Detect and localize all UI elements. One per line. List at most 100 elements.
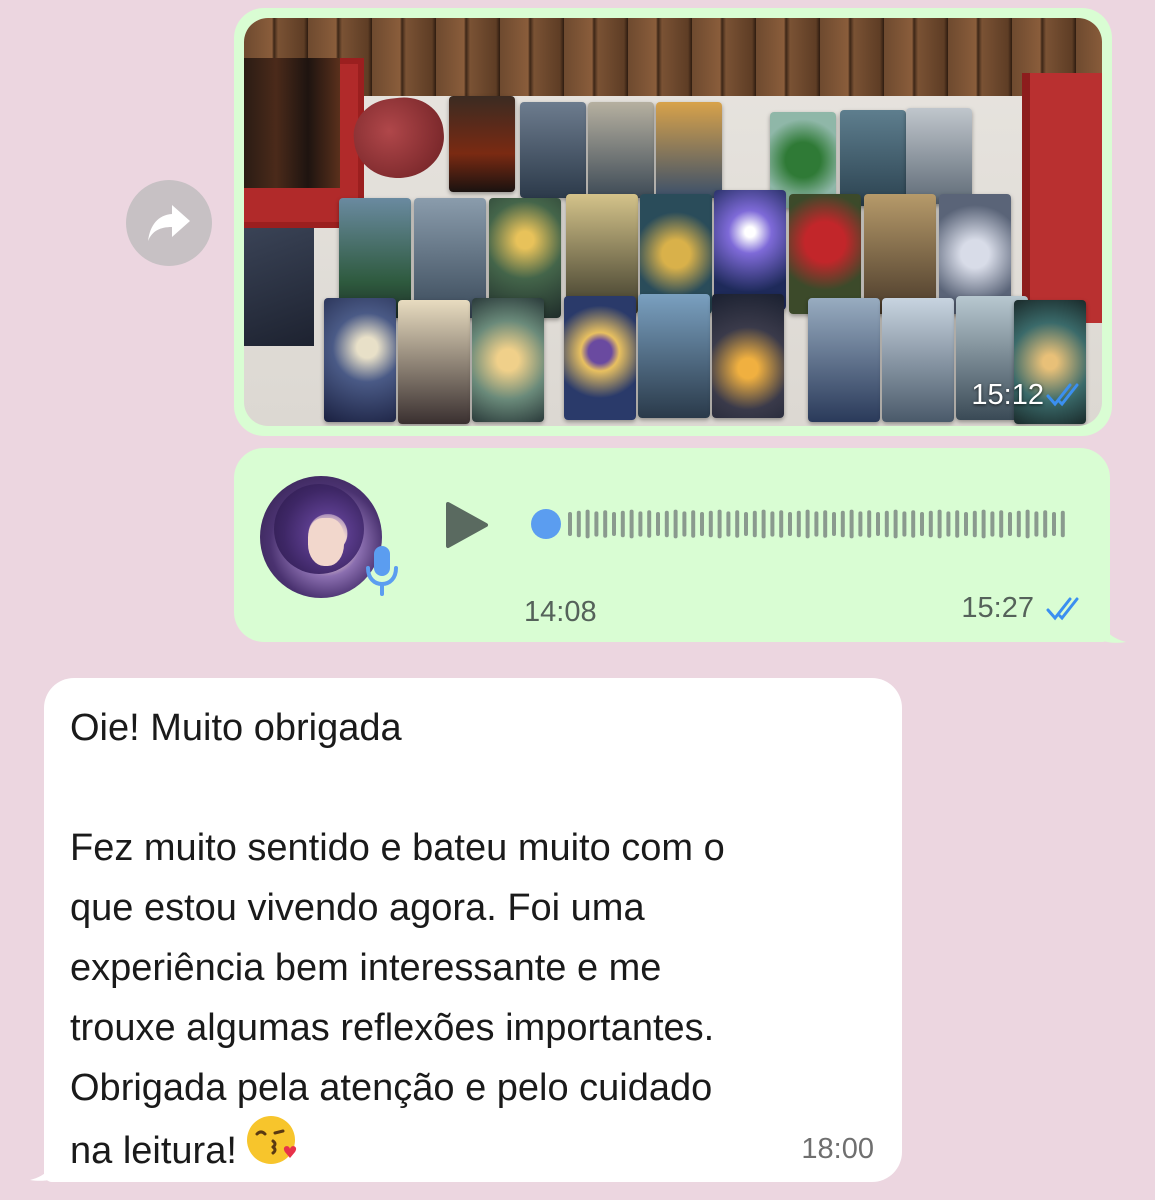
waveform-bar	[700, 512, 704, 536]
waveform-bar	[840, 510, 845, 538]
waveform-bar	[867, 510, 872, 538]
forward-arrow-icon	[148, 205, 190, 241]
waveform-bar	[946, 511, 951, 537]
play-icon[interactable]	[444, 500, 490, 550]
message-line: trouxe algumas reflexões importantes.	[70, 1007, 715, 1049]
photo-card-deck	[244, 228, 314, 346]
waveform-bar	[1052, 512, 1056, 536]
waveform-bar	[647, 510, 652, 538]
outgoing-voice-message[interactable]: 14:08 15:27	[234, 448, 1110, 642]
waveform-bar	[884, 510, 889, 538]
waveform-bar	[612, 512, 616, 536]
message-line: Oie! Muito obrigada	[70, 707, 402, 749]
waveform-bar	[788, 512, 792, 536]
photo-card	[324, 298, 396, 422]
waveform-bar	[629, 509, 634, 539]
waveform-bar	[682, 511, 687, 537]
double-check-icon	[1046, 597, 1079, 621]
waveform-bar	[928, 510, 933, 538]
waveform-bar	[752, 510, 757, 538]
voice-duration: 14:08	[524, 596, 597, 628]
waveform-bar	[1016, 510, 1021, 538]
message-timestamp: 18:00	[801, 1133, 874, 1165]
waveform-bar	[964, 512, 968, 536]
message-line: Fez muito sentido e bateu muito com o	[70, 827, 725, 869]
waveform-bar	[735, 510, 740, 538]
waveform-bar	[805, 509, 810, 539]
photo-card	[588, 102, 654, 198]
message-line: que estou vivendo agora. Foi uma	[70, 887, 645, 929]
photo-card	[712, 294, 784, 418]
waveform-bar	[990, 511, 995, 537]
photo-card	[472, 298, 544, 422]
photo-card	[789, 194, 861, 314]
waveform-bar	[568, 512, 572, 536]
photo-timestamp: 15:12	[971, 379, 1044, 411]
waveform-bar	[656, 512, 660, 536]
photo-card	[520, 102, 586, 198]
message-line-last: na leitura!	[70, 1116, 876, 1188]
tarot-cards-photo[interactable]: 15:12	[244, 18, 1102, 426]
waveform-bar	[955, 510, 960, 538]
photo-card	[564, 296, 636, 420]
photo-card	[864, 194, 936, 314]
waveform-bar	[691, 510, 696, 538]
avatar-face	[308, 518, 344, 566]
audio-waveform[interactable]	[530, 506, 1070, 542]
waveform-bar	[1008, 512, 1012, 536]
waveform-bar	[832, 512, 836, 536]
microphone-icon	[366, 546, 398, 596]
photo-red-box-right	[1022, 73, 1102, 323]
waveform-bar	[796, 510, 801, 538]
photo-wooden-slats	[244, 18, 1102, 96]
photo-card	[882, 298, 954, 422]
photo-card	[714, 190, 786, 310]
waveform-bar	[779, 510, 784, 538]
waveform-bar	[814, 511, 819, 537]
message-line-text: na leitura!	[70, 1130, 237, 1173]
waveform-bar	[726, 511, 731, 537]
waveform-bar	[708, 510, 713, 538]
photo-heart-box	[350, 93, 448, 183]
waveform-bar	[717, 509, 722, 539]
waveform-bar	[1043, 510, 1048, 538]
double-check-icon	[1046, 383, 1079, 407]
waveform-bar	[823, 510, 828, 538]
waveform-bar	[911, 510, 916, 538]
waveform-bar	[576, 510, 581, 538]
waveform-bar	[620, 510, 625, 538]
face-blowing-kiss-emoji	[245, 1114, 297, 1184]
waveform-bar	[673, 509, 678, 539]
waveform-bar	[920, 512, 924, 536]
photo-card	[906, 108, 972, 204]
message-line: experiência bem interessante e me	[70, 947, 662, 989]
waveform-bar	[664, 510, 669, 538]
photo-card	[840, 110, 906, 206]
waveform-bar	[849, 509, 854, 539]
waveform-bar	[638, 511, 643, 537]
waveform-bar	[902, 511, 907, 537]
photo-card	[449, 96, 515, 192]
waveform-bar	[770, 511, 775, 537]
incoming-text-message[interactable]: Oie! Muito obrigada Fez muito sentido e …	[44, 678, 902, 1182]
waveform-bar	[876, 512, 880, 536]
waveform-bar	[1034, 511, 1039, 537]
outgoing-photo-message[interactable]: 15:12	[234, 8, 1112, 436]
photo-card	[656, 102, 722, 198]
photo-card	[808, 298, 880, 422]
outgoing-bubble-tail	[1096, 610, 1126, 643]
waveform-bar	[594, 511, 599, 537]
forward-button[interactable]	[126, 180, 212, 266]
waveform-bar	[1060, 510, 1065, 538]
waveform-bar	[1025, 509, 1030, 539]
waveform-bar	[972, 510, 977, 538]
waveform-bar	[999, 510, 1004, 538]
photo-card	[638, 294, 710, 418]
photo-card	[398, 300, 470, 424]
waveform-bar	[893, 509, 898, 539]
voice-timestamp: 15:27	[961, 592, 1034, 624]
waveform-bar	[585, 509, 590, 539]
waveform-bar	[761, 509, 766, 539]
playback-position-handle[interactable]	[531, 509, 561, 539]
